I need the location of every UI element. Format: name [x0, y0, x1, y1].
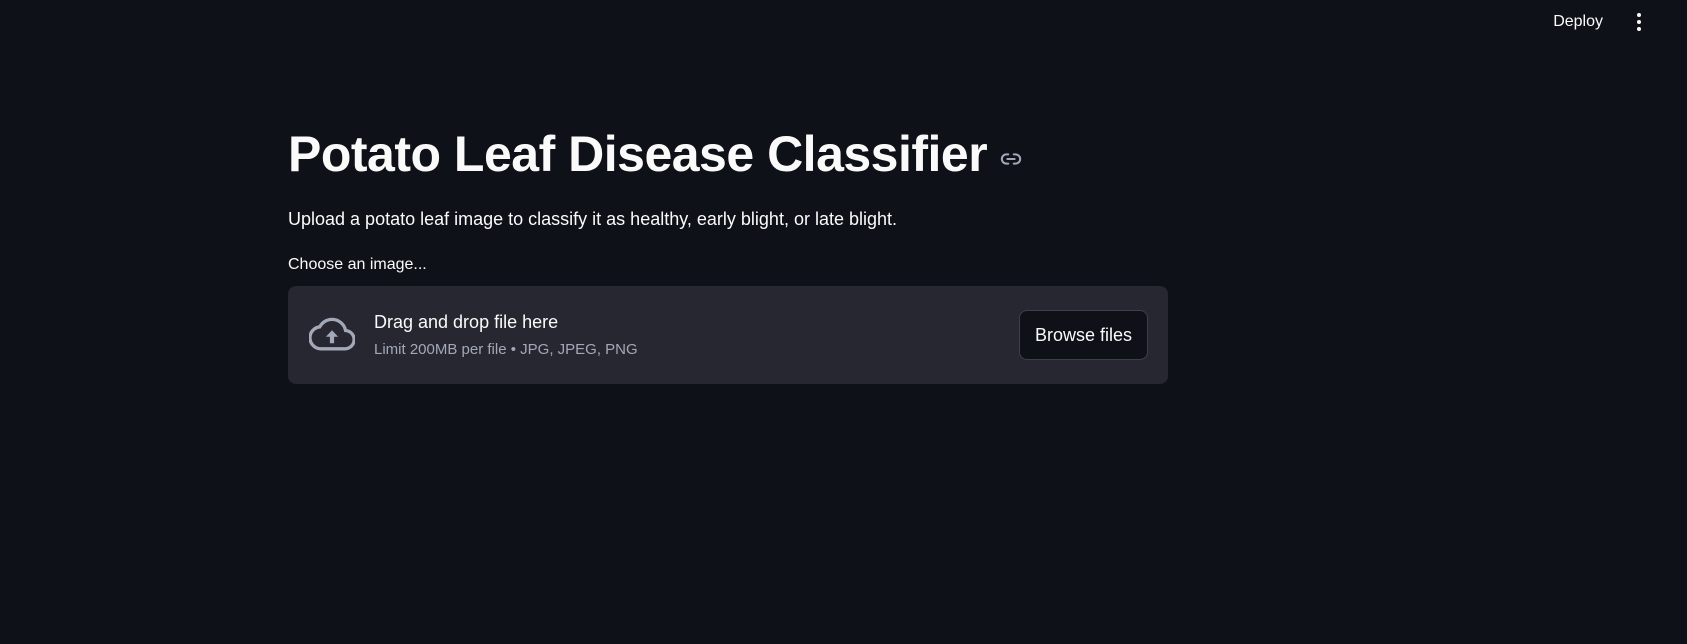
dropzone-title: Drag and drop file here: [374, 312, 559, 332]
title-row: Potato Leaf Disease Classifier: [288, 118, 1168, 190]
main-menu-button[interactable]: [1627, 10, 1651, 34]
vertical-ellipsis-icon: [1637, 13, 1641, 17]
dropzone-limit-text: Limit 200MB per file • JPG, JPEG, PNG: [374, 341, 638, 358]
top-header: Deploy: [0, 0, 1687, 44]
browse-files-button[interactable]: Browse files: [1018, 310, 1148, 360]
app-root: Deploy Potato Leaf Disease Classifier Up…: [0, 0, 1687, 644]
main-content: Potato Leaf Disease Classifier Upload a …: [288, 118, 1168, 384]
file-dropzone[interactable]: Drag and drop file here Limit 200MB per …: [288, 286, 1168, 384]
vertical-ellipsis-dot: [1637, 27, 1641, 31]
cloud-upload-icon: [308, 311, 356, 359]
dropzone-instructions: Drag and drop file here Limit 200MB per …: [374, 310, 1019, 360]
deploy-button[interactable]: Deploy: [1545, 10, 1611, 34]
page-title: Potato Leaf Disease Classifier: [288, 126, 988, 182]
vertical-ellipsis-dot: [1637, 20, 1641, 24]
link-icon[interactable]: [999, 147, 1023, 171]
uploader-label: Choose an image...: [288, 256, 427, 273]
page-description: Upload a potato leaf image to classify i…: [288, 209, 898, 229]
